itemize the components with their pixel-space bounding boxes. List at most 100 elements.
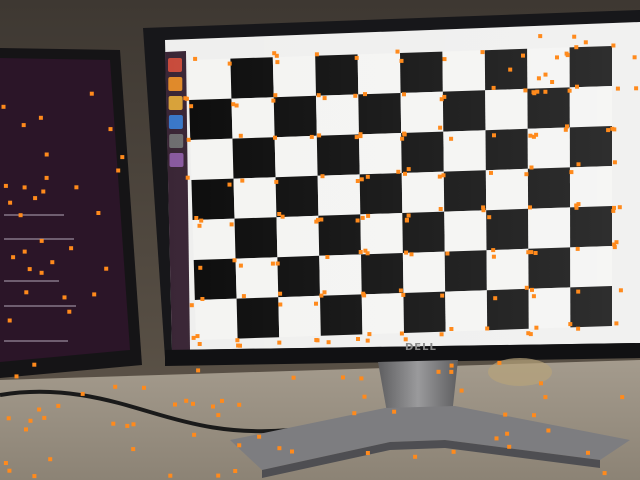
feature-marker <box>602 471 607 476</box>
text-line <box>4 305 76 307</box>
feature-marker <box>355 179 360 183</box>
feature-marker <box>438 207 443 211</box>
feature-marker <box>62 295 67 300</box>
feature-marker <box>142 385 146 390</box>
feature-marker <box>1 104 6 109</box>
feature-marker <box>220 398 224 403</box>
feature-marker <box>191 335 196 340</box>
feature-marker <box>494 436 499 441</box>
text-line <box>4 280 59 282</box>
feature-marker <box>533 251 538 255</box>
feature-marker <box>574 203 579 208</box>
feature-marker <box>193 56 198 61</box>
feature-marker <box>18 213 23 218</box>
feature-marker <box>189 104 194 109</box>
feature-marker <box>316 93 321 98</box>
feature-marker <box>325 255 330 259</box>
feature-marker <box>406 167 411 172</box>
feature-marker <box>50 260 55 265</box>
feature-marker <box>576 289 581 294</box>
feature-marker <box>290 449 294 454</box>
feature-marker <box>531 294 536 299</box>
feature-marker <box>493 296 498 301</box>
feature-marker <box>365 174 370 179</box>
feature-marker <box>404 250 409 255</box>
feature-marker <box>270 261 275 266</box>
feature-marker <box>358 134 363 139</box>
feature-marker <box>189 303 194 308</box>
feature-marker <box>409 252 414 257</box>
feature-marker <box>314 52 319 57</box>
feature-marker <box>6 416 11 421</box>
feature-marker <box>614 240 619 245</box>
left-monitor <box>0 48 142 378</box>
feature-marker <box>314 301 318 306</box>
feature-marker <box>503 412 508 417</box>
feature-marker <box>27 267 32 272</box>
feature-marker <box>227 182 232 187</box>
feature-marker <box>543 89 548 94</box>
feature-marker <box>583 40 588 45</box>
feature-marker <box>359 376 364 381</box>
feature-marker <box>28 418 33 423</box>
feature-marker <box>234 103 239 108</box>
feature-marker <box>32 362 37 367</box>
feature-marker <box>612 160 617 165</box>
feature-marker <box>524 172 529 177</box>
feature-marker <box>401 292 406 297</box>
feature-marker <box>113 384 118 389</box>
feature-marker <box>32 474 37 479</box>
feature-marker <box>521 53 525 58</box>
feature-marker <box>480 50 485 55</box>
feature-marker <box>440 293 445 298</box>
feature-marker <box>291 375 296 380</box>
feature-marker <box>277 446 282 451</box>
feature-marker <box>92 292 97 297</box>
feature-marker <box>497 360 502 365</box>
feature-marker <box>197 223 202 228</box>
feature-marker <box>359 177 364 182</box>
feature-marker <box>528 133 533 138</box>
feature-marker <box>44 152 49 157</box>
feature-marker <box>529 165 534 170</box>
feature-marker <box>33 196 38 201</box>
feature-marker <box>191 401 195 406</box>
feature-marker <box>572 34 577 39</box>
feature-marker <box>48 457 53 462</box>
feature-marker <box>14 374 19 379</box>
feature-marker <box>341 375 345 380</box>
feature-marker <box>402 131 407 136</box>
feature-marker <box>366 213 371 218</box>
feature-marker <box>353 93 358 98</box>
feature-marker <box>535 89 540 94</box>
feature-marker <box>491 85 496 90</box>
feature-marker <box>614 321 619 326</box>
feature-marker <box>24 290 29 295</box>
text-line <box>4 238 74 240</box>
feature-marker <box>449 363 454 368</box>
feature-marker <box>273 135 277 140</box>
feature-marker <box>543 72 548 77</box>
feature-marker <box>197 342 202 346</box>
feature-marker <box>131 422 136 427</box>
feature-marker <box>632 55 637 60</box>
feature-marker <box>396 169 401 174</box>
feature-marker <box>576 162 581 167</box>
feature-marker <box>439 332 444 337</box>
feature-marker <box>615 86 620 91</box>
feature-marker <box>507 444 512 449</box>
feature-marker <box>238 263 243 268</box>
feature-marker <box>326 340 331 345</box>
feature-marker <box>451 449 456 454</box>
feature-marker <box>275 261 280 266</box>
feature-marker <box>576 326 581 331</box>
feature-marker <box>565 53 570 58</box>
feature-marker <box>238 343 242 348</box>
feature-marker <box>449 327 454 331</box>
feature-marker <box>24 427 28 432</box>
feature-marker <box>277 340 282 345</box>
feature-marker <box>271 98 276 103</box>
feature-marker <box>320 174 325 179</box>
feature-marker <box>538 34 543 39</box>
feature-marker <box>3 461 8 465</box>
